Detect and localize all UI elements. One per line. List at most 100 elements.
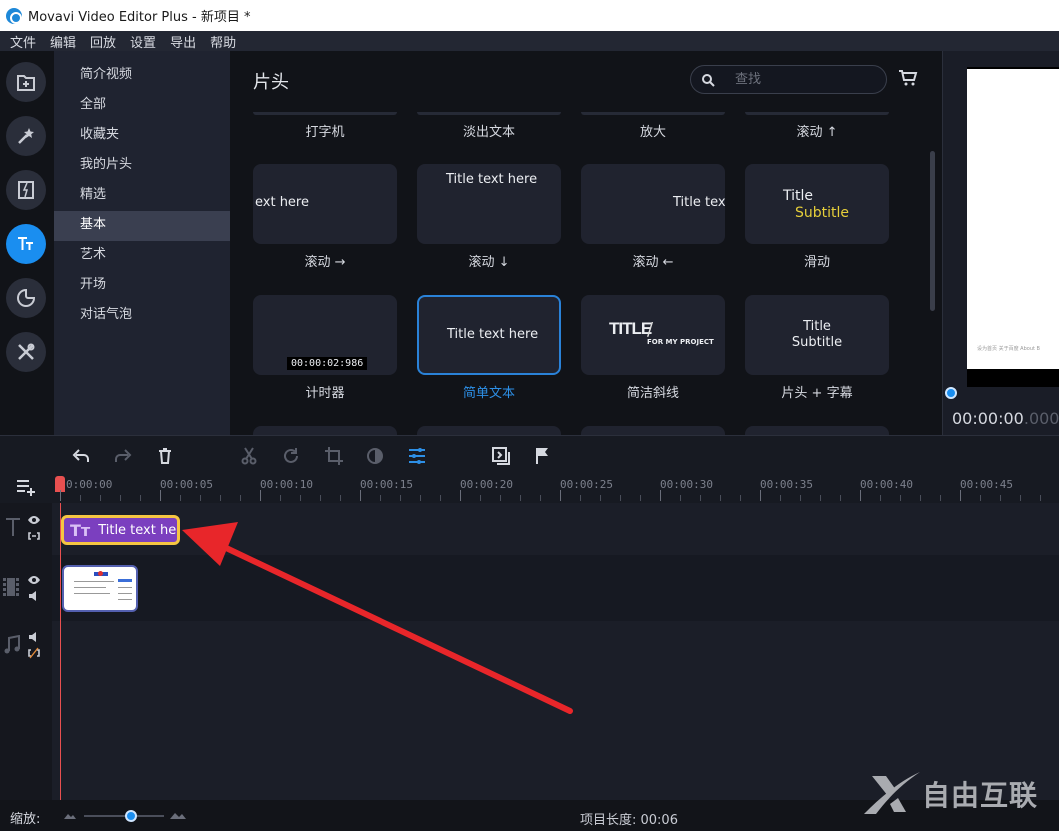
category-intro-videos[interactable]: 简介视频 <box>54 61 230 91</box>
insert-button[interactable] <box>490 445 512 467</box>
timecode-main: 00:00:00 <box>952 409 1024 428</box>
title-card-title-subtitle[interactable]: Title Subtitle <box>745 295 889 375</box>
stickers-button[interactable] <box>6 278 46 318</box>
marker-flag-icon <box>536 448 548 464</box>
category-all[interactable]: 全部 <box>54 91 230 121</box>
ruler-tick <box>660 490 661 501</box>
add-track-icon[interactable] <box>16 478 38 496</box>
card-thumb-typewriter[interactable] <box>253 112 397 115</box>
menu-file[interactable]: 文件 <box>10 32 36 51</box>
category-opening[interactable]: 开场 <box>54 271 230 301</box>
title-clip-icon: Tт <box>70 520 91 540</box>
menu-edit[interactable]: 编辑 <box>50 32 76 51</box>
eye-icon[interactable] <box>27 574 41 586</box>
zoom-slider-track[interactable] <box>84 815 164 817</box>
title-card-scroll-left[interactable]: Title tex <box>581 164 725 244</box>
insert-icon <box>492 447 510 465</box>
gallery-scrollbar[interactable] <box>930 151 935 311</box>
title-card-timer[interactable]: 00:00:02:986 <box>253 295 397 375</box>
title-card-simple-text[interactable]: Title text here <box>417 295 561 375</box>
title-card-clean-slash[interactable]: TITLE / FOR MY PROJECT <box>581 295 725 375</box>
speaker-icon[interactable] <box>27 590 41 602</box>
gallery-title: 片头 <box>253 72 289 93</box>
text-track-icon <box>6 518 20 536</box>
video-clip[interactable] <box>62 565 138 612</box>
clip-properties-icon <box>409 448 425 464</box>
card-thumb-fade-out[interactable] <box>417 112 561 115</box>
import-button[interactable] <box>6 62 46 102</box>
zoom-out-icon[interactable] <box>64 813 76 819</box>
ruler-tick <box>400 495 401 501</box>
ruler-tick <box>280 495 281 501</box>
color-adjust-button[interactable] <box>364 445 386 467</box>
card-peek[interactable] <box>417 426 561 435</box>
speaker-icon[interactable] <box>27 631 41 643</box>
category-my-titles[interactable]: 我的片头 <box>54 151 230 181</box>
title-track[interactable] <box>52 503 1059 553</box>
ruler-tick-label: 00:00:25 <box>560 478 613 491</box>
card-thumb-scroll-up[interactable] <box>745 112 889 115</box>
title-clip[interactable]: Tт Title text here <box>61 515 180 545</box>
zoom-slider[interactable] <box>64 809 189 823</box>
card-label-typewriter[interactable]: 打字机 <box>253 121 397 140</box>
search-box[interactable] <box>690 65 887 94</box>
card-peek[interactable] <box>581 426 725 435</box>
category-speech-bubbles[interactable]: 对话气泡 <box>54 301 230 331</box>
store-cart-icon[interactable] <box>898 69 918 87</box>
color-adjust-icon <box>367 448 383 464</box>
category-featured[interactable]: 精选 <box>54 181 230 211</box>
title-card-scroll-right[interactable]: ext here <box>253 164 397 244</box>
cut-button[interactable] <box>238 445 260 467</box>
category-artistic[interactable]: 艺术 <box>54 241 230 271</box>
clip-thumb-line <box>118 599 132 600</box>
preview-scrubber-handle[interactable] <box>945 387 957 399</box>
card-preview-title: Title <box>803 319 831 334</box>
card-label-slide: 滑动 <box>803 255 830 270</box>
ruler-tick <box>340 495 341 501</box>
timeline-ruler[interactable]: 0:00:00 00:00:05 00:00:10 00:00:15 00:00:20 0… <box>0 473 1059 503</box>
crop-button[interactable] <box>323 445 345 467</box>
redo-icon <box>115 449 132 462</box>
playhead-line <box>60 503 61 800</box>
category-basic[interactable]: 基本 <box>54 211 230 241</box>
menu-settings[interactable]: 设置 <box>130 32 156 51</box>
search-input[interactable] <box>735 72 875 87</box>
eye-icon[interactable] <box>27 514 41 526</box>
card-label-fade-out[interactable]: 淡出文本 <box>417 121 561 140</box>
ruler-tick <box>760 490 761 501</box>
filters-button[interactable] <box>6 116 46 156</box>
menu-help[interactable]: 帮助 <box>210 32 236 51</box>
card-peek[interactable] <box>253 426 397 435</box>
video-track[interactable] <box>52 555 1059 621</box>
menu-playback[interactable]: 回放 <box>90 32 116 51</box>
link-icon[interactable] <box>27 530 41 542</box>
music-note-icon <box>4 635 20 654</box>
more-tools-button[interactable] <box>6 332 46 372</box>
transitions-button[interactable] <box>6 170 46 210</box>
delete-button[interactable] <box>154 445 176 467</box>
preview-screen[interactable]: 设为首页 关于百度 About B <box>967 67 1059 387</box>
rotate-button[interactable] <box>280 445 302 467</box>
card-thumb-zoom[interactable] <box>581 112 725 115</box>
ruler-tick <box>540 495 541 501</box>
title-card-scroll-down[interactable]: Title text here <box>417 164 561 244</box>
card-peek[interactable] <box>745 426 889 435</box>
undo-button[interactable] <box>70 445 92 467</box>
title-card-slide[interactable]: Title Subtitle <box>745 164 889 244</box>
ruler-tick-label: 00:00:45 <box>960 478 1013 491</box>
zoom-in-icon[interactable] <box>170 812 186 819</box>
redo-button[interactable] <box>112 445 134 467</box>
titles-icon <box>18 237 33 250</box>
menu-bar: 文件 编辑 回放 设置 导出 帮助 <box>0 31 1059 51</box>
category-favorites[interactable]: 收藏夹 <box>54 121 230 151</box>
clip-properties-button[interactable] <box>406 445 428 467</box>
ruler-tick <box>260 490 261 501</box>
card-label-zoom[interactable]: 放大 <box>581 121 725 140</box>
zoom-slider-handle[interactable] <box>125 810 137 822</box>
add-marker-button[interactable] <box>532 445 554 467</box>
menu-export[interactable]: 导出 <box>170 32 196 51</box>
movavi-editor-window: Movavi Video Editor Plus - 新项目 * 文件 编辑 回… <box>0 0 1059 831</box>
unlink-icon[interactable] <box>27 647 41 659</box>
titles-button[interactable] <box>6 224 46 264</box>
card-label-scroll-up[interactable]: 滚动 ↑ <box>745 121 889 140</box>
